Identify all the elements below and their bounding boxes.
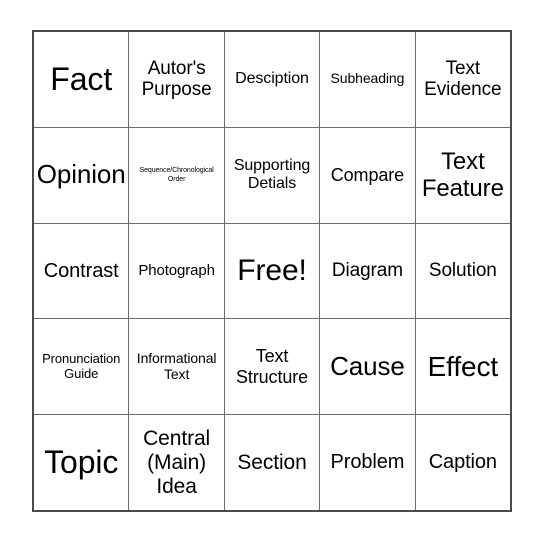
bingo-cell-label: Sequence/Chronological Order xyxy=(139,167,214,184)
bingo-cell-label: Section xyxy=(237,450,307,474)
bingo-cell-label: Free! xyxy=(237,253,307,287)
bingo-cell-label: Diagram xyxy=(331,260,403,282)
bingo-cell-r5c4[interactable]: Problem xyxy=(320,415,416,510)
bingo-cell-label: Opinion xyxy=(36,159,126,190)
bingo-cell-r4c4[interactable]: Cause xyxy=(320,319,416,415)
bingo-cell-label: Text Evidence xyxy=(424,57,502,101)
bingo-cell-label: Fact xyxy=(50,61,113,98)
bingo-cell-r1c2[interactable]: Autor's Purpose xyxy=(129,32,225,127)
bingo-cell-label: Desciption xyxy=(235,70,309,88)
bingo-cell-free-space[interactable]: Free! xyxy=(224,223,321,319)
bingo-cell-label: Problem xyxy=(330,451,405,474)
bingo-cell-r4c2[interactable]: Informational Text xyxy=(129,319,225,415)
bingo-cell-r3c1[interactable]: Contrast xyxy=(34,223,130,319)
bingo-cell-r3c2[interactable]: Photograph xyxy=(129,223,225,319)
bingo-row: Contrast Photograph Free! Diagram Soluti… xyxy=(34,223,511,320)
bingo-cell-label: Caption xyxy=(428,451,497,474)
bingo-cell-label: Text Structure xyxy=(235,346,309,387)
bingo-cell-r5c3[interactable]: Section xyxy=(224,415,321,510)
bingo-cell-r1c4[interactable]: Subheading xyxy=(320,32,416,127)
bingo-cell-label: Effect xyxy=(427,350,499,382)
bingo-cell-label: Subheading xyxy=(330,70,405,87)
bingo-cell-r2c4[interactable]: Compare xyxy=(320,127,416,223)
bingo-cell-r5c1[interactable]: Topic xyxy=(34,415,130,510)
bingo-cell-r5c5[interactable]: Caption xyxy=(415,415,511,510)
bingo-cell-r2c3[interactable]: Supporting Detials xyxy=(224,127,321,223)
bingo-cell-label: Informational Text xyxy=(136,349,217,382)
bingo-cell-label: Compare xyxy=(330,164,405,185)
bingo-cell-r1c3[interactable]: Desciption xyxy=(224,32,321,127)
bingo-cell-label: Central (Main) Idea xyxy=(143,426,211,498)
bingo-cell-label: Cause xyxy=(330,350,405,381)
bingo-row: Fact Autor's Purpose Desciption Subheadi… xyxy=(34,32,511,128)
bingo-cell-r3c4[interactable]: Diagram xyxy=(320,223,416,319)
bingo-cell-label: Text Feature xyxy=(421,147,504,203)
bingo-row: Topic Central (Main) Idea Section Proble… xyxy=(34,415,511,510)
bingo-cell-r1c1[interactable]: Fact xyxy=(34,32,130,127)
bingo-cell-r2c5[interactable]: Text Feature xyxy=(415,127,511,223)
bingo-row: Pronunciation Guide Informational Text T… xyxy=(34,319,511,416)
bingo-cell-r2c1[interactable]: Opinion xyxy=(34,127,130,223)
bingo-cell-r1c5[interactable]: Text Evidence xyxy=(415,32,511,127)
bingo-cell-label: Solution xyxy=(428,260,497,282)
bingo-cell-label: Contrast xyxy=(43,259,119,282)
bingo-cell-r5c2[interactable]: Central (Main) Idea xyxy=(129,415,225,510)
bingo-cell-r4c5[interactable]: Effect xyxy=(415,319,511,415)
bingo-cell-label: Autor's Purpose xyxy=(141,57,212,101)
bingo-cell-r3c5[interactable]: Solution xyxy=(415,223,511,319)
bingo-cell-label: Photograph xyxy=(138,262,215,280)
bingo-card: Fact Autor's Purpose Desciption Subheadi… xyxy=(32,30,512,512)
bingo-cell-label: Supporting Detials xyxy=(233,156,311,193)
bingo-cell-r4c1[interactable]: Pronunciation Guide xyxy=(34,319,130,415)
bingo-row: Opinion Sequence/Chronological Order Sup… xyxy=(34,127,511,224)
bingo-cell-label: Pronunciation Guide xyxy=(42,350,121,381)
bingo-cell-r4c3[interactable]: Text Structure xyxy=(224,319,321,415)
bingo-cell-r2c2[interactable]: Sequence/Chronological Order xyxy=(129,127,225,223)
bingo-cell-label: Topic xyxy=(44,444,119,481)
